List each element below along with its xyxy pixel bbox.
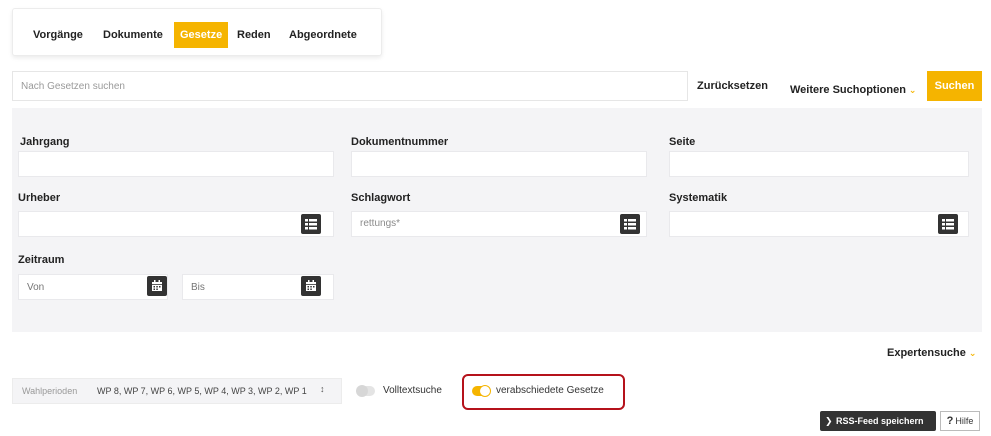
- schlagwort-label: Schlagwort: [351, 192, 411, 204]
- list-icon: [305, 218, 317, 230]
- seite-label: Seite: [669, 136, 696, 148]
- dokumentnummer-field[interactable]: [351, 151, 647, 177]
- urheber-field[interactable]: [18, 211, 334, 237]
- search-row: Zurücksetzen Weitere Suchoptionen⌄ Suche…: [12, 71, 982, 101]
- zeitraum-label: Zeitraum: [18, 254, 65, 266]
- question-icon: ?: [946, 415, 954, 427]
- chevron-down-icon: ⌄: [968, 348, 977, 358]
- more-options-button[interactable]: Weitere Suchoptionen ⌄: [790, 84, 916, 96]
- chevron-down-icon: ⌄: [908, 85, 917, 95]
- rss-feed-label: RSS-Feed speichern: [836, 416, 924, 426]
- wahlperioden-select[interactable]: Wahlperioden WP 8, WP 7, WP 6, WP 5, WP …: [12, 378, 342, 404]
- systematik-label: Systematik: [669, 192, 728, 204]
- tab-vorgaenge[interactable]: Vorgänge: [27, 22, 89, 48]
- expert-search-label: Expertensuche: [887, 347, 966, 359]
- systematik-field[interactable]: [669, 211, 969, 237]
- rss-icon: ❯: [825, 416, 833, 426]
- calendar-icon: [152, 280, 162, 291]
- list-icon: [942, 218, 954, 230]
- rss-feed-button[interactable]: ❯ RSS-Feed speichern: [820, 411, 936, 431]
- help-label: Hilfe: [955, 416, 974, 426]
- date-from-input[interactable]: [18, 274, 168, 300]
- search-input[interactable]: [12, 71, 688, 101]
- wahlperioden-value: WP 8, WP 7, WP 6, WP 5, WP 4, WP 3, WP 2…: [97, 386, 307, 396]
- schlagwort-field[interactable]: rettungs*: [351, 211, 647, 237]
- seite-field[interactable]: [669, 151, 969, 177]
- wahlperioden-label: Wahlperioden: [22, 386, 78, 396]
- expert-search-link[interactable]: Expertensuche ⌄: [887, 347, 976, 359]
- help-button[interactable]: ? Hilfe: [940, 411, 980, 431]
- urheber-list-button[interactable]: [301, 214, 321, 234]
- systematik-list-button[interactable]: [938, 214, 958, 234]
- highlight-annotation: [462, 374, 625, 410]
- calendar-icon: [306, 280, 316, 291]
- dokumentnummer-label: Dokumentnummer: [351, 136, 449, 148]
- tab-reden[interactable]: Reden: [231, 22, 277, 48]
- tab-gesetze[interactable]: Gesetze: [174, 22, 229, 48]
- tab-abgeordnete[interactable]: Abgeordnete: [283, 22, 363, 48]
- list-icon: [624, 218, 636, 230]
- category-tabs: Vorgänge Dokumente Gesetze Reden Abgeord…: [12, 8, 382, 56]
- volltextsuche-toggle[interactable]: [356, 385, 375, 397]
- volltextsuche-label: Volltextsuche: [383, 385, 442, 396]
- date-from-calendar-button[interactable]: [147, 276, 167, 296]
- tab-dokumente[interactable]: Dokumente: [97, 22, 169, 48]
- jahrgang-label: Jahrgang: [20, 136, 70, 148]
- reset-button[interactable]: Zurücksetzen: [697, 80, 768, 92]
- toggle-knob: [356, 385, 368, 397]
- more-options-label: Weitere Suchoptionen: [790, 84, 906, 96]
- updown-arrow-icon: ↕: [320, 384, 325, 394]
- schlagwort-list-button[interactable]: [620, 214, 640, 234]
- jahrgang-field[interactable]: [18, 151, 334, 177]
- search-button[interactable]: Suchen: [927, 71, 982, 101]
- urheber-label: Urheber: [18, 192, 61, 204]
- advanced-search-panel: Jahrgang Dokumentnummer Seite Urheber Sc…: [12, 108, 982, 332]
- date-to-calendar-button[interactable]: [301, 276, 321, 296]
